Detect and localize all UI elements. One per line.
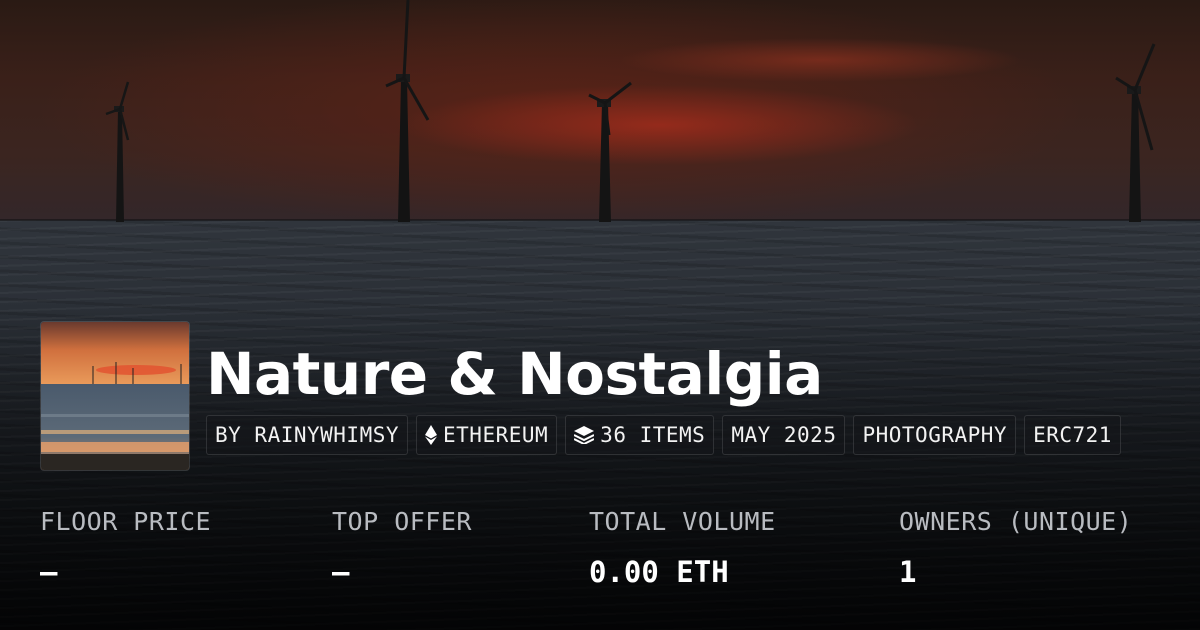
stat-top-offer: TOP OFFER — — [332, 505, 472, 589]
tag-date[interactable]: MAY 2025 — [722, 415, 846, 455]
stat-total-volume: TOTAL VOLUME 0.00 ETH — [589, 505, 776, 589]
tag-label: ERC721 — [1033, 423, 1112, 447]
tag-label: BY RAINYWHIMSY — [215, 423, 400, 447]
collection-tags: BY RAINYWHIMSY ETHEREUM 36 ITEMS MAY 202… — [206, 415, 1121, 455]
collection-title: Nature & Nostalgia — [206, 340, 823, 408]
wind-turbine-icon — [385, 0, 430, 222]
tag-label: 36 ITEMS — [600, 423, 706, 447]
wind-turbine-icon — [105, 81, 130, 222]
thumbnail-image — [41, 322, 189, 470]
stat-value: 0.00 ETH — [589, 555, 729, 589]
stat-label: FLOOR PRICE — [40, 507, 212, 536]
layers-icon — [574, 426, 595, 444]
stat-owners: OWNERS (UNIQUE) 1 — [899, 505, 1132, 589]
tag-label: PHOTOGRAPHY — [862, 423, 1008, 447]
stat-value: 1 — [899, 555, 917, 589]
collection-thumbnail[interactable] — [40, 321, 190, 471]
wind-turbine-icon — [1115, 43, 1156, 222]
stat-label: TOP OFFER — [332, 507, 472, 536]
stat-value: — — [40, 555, 58, 589]
stat-label: OWNERS (UNIQUE) — [899, 507, 1133, 536]
stat-value: — — [332, 555, 350, 589]
stat-label: TOTAL VOLUME — [589, 507, 776, 536]
tag-chain[interactable]: ETHEREUM — [416, 415, 558, 455]
collection-share-card: Nature & Nostalgia BY RAINYWHIMSY ETHERE… — [0, 0, 1200, 630]
tag-label: MAY 2025 — [731, 423, 837, 447]
wind-turbine-icon — [588, 81, 632, 222]
tag-items[interactable]: 36 ITEMS — [565, 415, 715, 455]
tag-category[interactable]: PHOTOGRAPHY — [853, 415, 1017, 455]
ethereum-icon — [425, 425, 438, 445]
tag-label: ETHEREUM — [443, 423, 549, 447]
stat-floor-price: FLOOR PRICE — — [40, 505, 211, 589]
tag-creator[interactable]: BY RAINYWHIMSY — [206, 415, 409, 455]
tag-standard[interactable]: ERC721 — [1024, 415, 1121, 455]
